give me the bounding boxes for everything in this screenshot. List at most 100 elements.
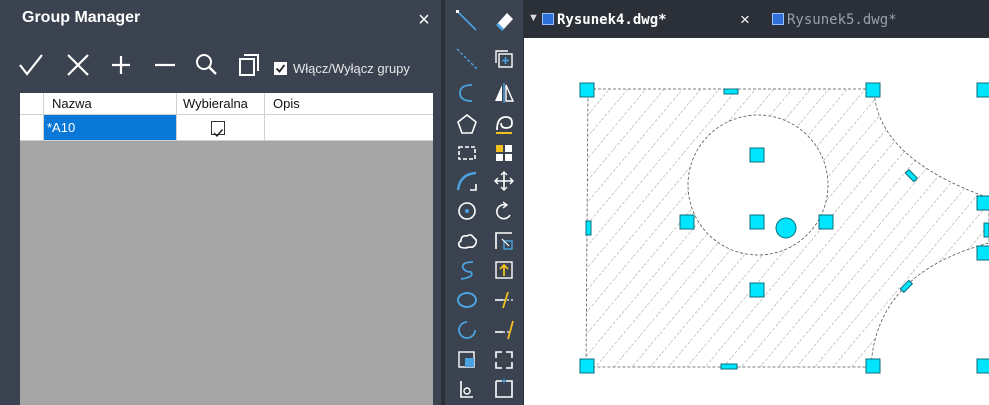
cancel-button[interactable] xyxy=(63,50,93,80)
drawing-canvas[interactable] xyxy=(524,38,989,405)
toggle-groups-checkbox[interactable] xyxy=(274,62,287,75)
checkmark-icon xyxy=(213,129,224,138)
mirror-icon xyxy=(495,83,515,103)
row-header-corner xyxy=(20,93,44,115)
scale-icon xyxy=(495,232,513,250)
erase-icon xyxy=(495,13,513,32)
offset-icon xyxy=(496,116,513,134)
close-button[interactable]: × xyxy=(414,10,434,30)
selectable-cell[interactable] xyxy=(177,115,265,141)
app-window: Group Manager × Włącz/Wyłącz grupy Nazwa… xyxy=(0,0,989,405)
make-block-tool[interactable] xyxy=(454,376,480,402)
circle-icon xyxy=(458,202,476,220)
table-row[interactable]: *A10 xyxy=(20,115,433,141)
extend-icon xyxy=(495,320,514,340)
construction-line-tool[interactable] xyxy=(454,46,480,72)
description-cell[interactable] xyxy=(265,115,433,141)
table-header: Nazwa Wybieralna Opis xyxy=(20,93,433,115)
trim-icon xyxy=(495,291,513,309)
move-tool[interactable] xyxy=(491,168,517,194)
insert-block-icon xyxy=(458,351,475,368)
tab-label: Rysunek5.dwg* xyxy=(787,12,897,28)
rectangle-tool[interactable] xyxy=(454,140,480,166)
ellipse-icon xyxy=(457,292,477,308)
dwg-file-icon xyxy=(772,13,784,25)
arc-tool[interactable] xyxy=(454,168,480,194)
panel-title: Group Manager xyxy=(22,9,141,26)
groups-table: Nazwa Wybieralna Opis *A10 xyxy=(20,93,433,405)
break-icon xyxy=(495,351,513,369)
polygon-icon xyxy=(457,113,477,134)
close-tab-button[interactable]: × xyxy=(740,6,750,34)
break-tool[interactable] xyxy=(491,347,517,373)
column-header-wybieralna[interactable]: Wybieralna xyxy=(177,93,265,115)
spline-tool[interactable] xyxy=(454,257,480,283)
row-header[interactable] xyxy=(20,115,44,141)
spline-icon xyxy=(460,261,474,280)
add-group-button[interactable] xyxy=(106,50,136,80)
toggle-groups-label: Włącz/Wyłącz grupy xyxy=(293,61,410,76)
rectangle-icon xyxy=(458,146,476,160)
polyline-icon xyxy=(459,84,473,102)
array-tool[interactable] xyxy=(491,140,517,166)
ellipse-arc-tool[interactable] xyxy=(454,317,480,343)
selectable-checkbox[interactable] xyxy=(211,121,225,138)
group-name-cell[interactable]: *A10 xyxy=(44,115,177,141)
group-toolbar: Włącz/Wyłącz grupy xyxy=(0,38,441,88)
search-icon xyxy=(196,54,217,75)
copy-object-icon xyxy=(495,50,513,68)
tab-rysunek5[interactable]: Rysunek5.dwg* xyxy=(772,6,897,34)
tab-menu-icon[interactable]: ▼ xyxy=(528,12,539,24)
join-icon xyxy=(495,379,513,398)
mirror-tool[interactable] xyxy=(491,80,517,106)
dwg-file-icon xyxy=(542,13,554,25)
find-button[interactable] xyxy=(191,50,221,80)
stretch-tool[interactable] xyxy=(491,257,517,283)
draw-toolbar xyxy=(449,0,485,405)
polyline-tool[interactable] xyxy=(454,80,480,106)
trim-tool[interactable] xyxy=(491,287,517,313)
move-icon xyxy=(494,171,514,191)
arc-icon xyxy=(456,171,477,191)
join-tool[interactable] xyxy=(491,376,517,402)
copy-object-tool[interactable] xyxy=(491,46,517,72)
line-icon xyxy=(456,10,477,31)
remove-group-button[interactable] xyxy=(150,50,180,80)
copy-group-button[interactable] xyxy=(234,50,264,80)
drawing-svg xyxy=(579,82,989,374)
tool-palettes xyxy=(445,0,523,405)
rotate-icon xyxy=(496,201,511,220)
revision-cloud-tool[interactable] xyxy=(454,228,480,254)
tab-label: Rysunek4.dwg* xyxy=(557,12,667,28)
array-icon xyxy=(496,145,512,161)
accept-button[interactable] xyxy=(16,50,46,80)
panel-title-bar[interactable]: Group Manager × xyxy=(0,0,441,38)
rotate-tool[interactable] xyxy=(491,198,517,224)
construction-line-icon xyxy=(456,48,478,70)
line-tool[interactable] xyxy=(454,8,480,34)
copy-icon xyxy=(239,54,259,76)
plus-icon xyxy=(112,56,130,74)
check-icon xyxy=(19,54,43,76)
make-block-icon xyxy=(460,381,473,398)
scale-tool[interactable] xyxy=(491,228,517,254)
offset-tool[interactable] xyxy=(491,111,517,137)
minus-icon xyxy=(155,63,175,67)
circle-tool[interactable] xyxy=(454,198,480,224)
column-header-opis[interactable]: Opis xyxy=(265,93,433,115)
tab-rysunek4[interactable]: Rysunek4.dwg* xyxy=(542,6,667,34)
modify-toolbar xyxy=(486,0,522,405)
ellipse-tool[interactable] xyxy=(454,287,480,313)
extend-tool[interactable] xyxy=(491,317,517,343)
checkmark-icon xyxy=(275,64,286,73)
erase-tool[interactable] xyxy=(491,8,517,34)
insert-block-tool[interactable] xyxy=(454,347,480,373)
column-header-nazwa[interactable]: Nazwa xyxy=(44,93,177,115)
center-grip[interactable] xyxy=(775,217,797,239)
stretch-icon xyxy=(495,261,513,279)
polygon-tool[interactable] xyxy=(454,111,480,137)
group-manager-panel: Group Manager × Włącz/Wyłącz grupy Nazwa… xyxy=(0,0,441,405)
revision-cloud-icon xyxy=(457,234,478,249)
document-tabs: ▼ Rysunek4.dwg* × Rysunek5.dwg* xyxy=(524,0,989,38)
ellipse-arc-icon xyxy=(458,321,476,339)
